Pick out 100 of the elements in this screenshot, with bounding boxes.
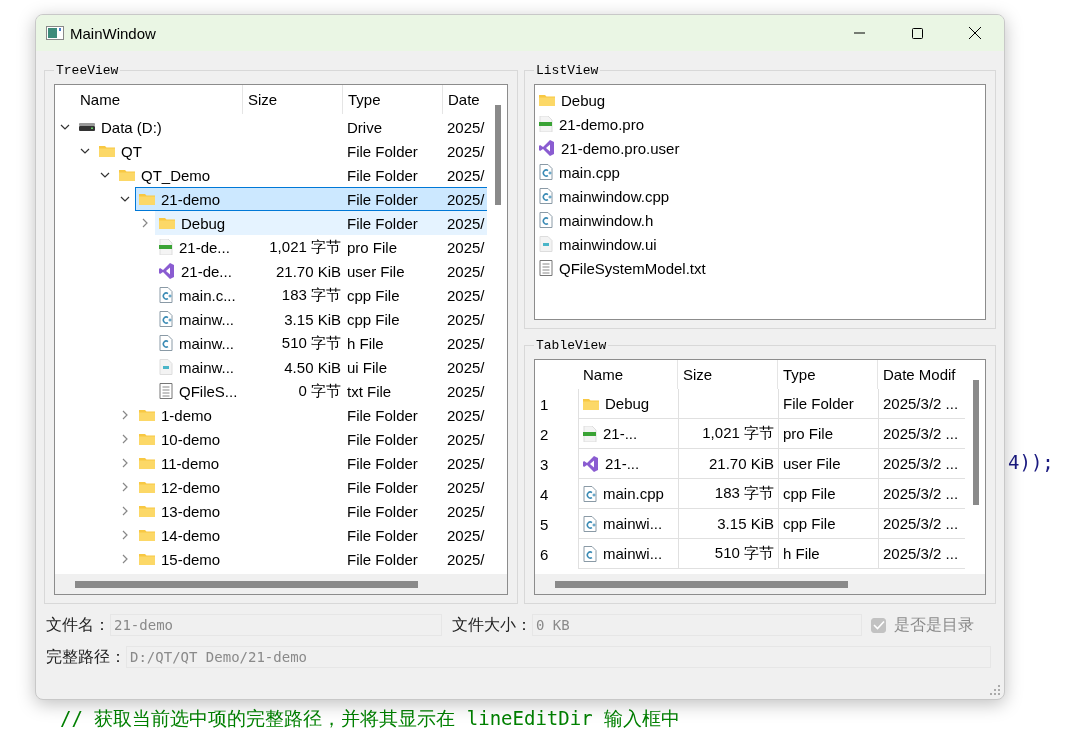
list-item[interactable]: main.cpp <box>539 160 620 184</box>
column-header[interactable]: Name <box>55 85 243 114</box>
tree-row[interactable]: 12-demo File Folder 2025/ <box>135 475 488 499</box>
row-header[interactable]: 2 <box>535 419 578 449</box>
file-name: 21-... <box>603 425 638 442</box>
tree-row[interactable]: 21-de... 1,021 字节 pro File 2025/ <box>155 235 488 259</box>
tree-row[interactable]: 13-demo File Folder 2025/ <box>135 499 488 523</box>
file-type: user File <box>347 262 405 280</box>
file-name: mainwindow.cpp <box>559 187 670 205</box>
chevron-right-icon[interactable] <box>120 458 130 468</box>
list-item[interactable]: QFileSystemModel.txt <box>539 256 706 280</box>
tree-row[interactable]: main.c... 183 字节 cpp File 2025/ <box>155 283 488 307</box>
tree-row[interactable]: 15-demo File Folder 2025/ <box>135 547 488 571</box>
tree-row[interactable]: QFileS... 0 字节 txt File 2025/ <box>155 379 488 403</box>
file-name: mainwi... <box>603 515 663 532</box>
file-name: main.c... <box>179 286 236 304</box>
tree-row[interactable]: 14-demo File Folder 2025/ <box>135 523 488 547</box>
tree-row[interactable]: 11-demo File Folder 2025/ <box>135 451 488 475</box>
text-file-icon <box>159 383 173 399</box>
resize-grip-icon[interactable] <box>990 685 1000 695</box>
row-header[interactable]: 6 <box>535 539 578 569</box>
tree-row[interactable]: Data (D:) Drive 2025/ <box>75 115 488 139</box>
file-size: 0 字节 <box>298 381 341 399</box>
drive-icon <box>79 123 95 131</box>
row-header[interactable]: 1 <box>535 389 578 419</box>
file-name: mainwindow.ui <box>559 235 657 253</box>
file-type: File Folder <box>347 214 418 232</box>
tree-row[interactable]: mainw... 510 字节 h File 2025/ <box>155 331 488 355</box>
file-type: cpp File <box>347 310 400 328</box>
code-file-icon <box>539 164 553 180</box>
column-header[interactable]: Name <box>578 360 678 389</box>
tree-row[interactable]: QT File Folder 2025/ <box>95 139 488 163</box>
column-header[interactable]: Size <box>243 85 343 114</box>
chevron-right-icon[interactable] <box>120 410 130 420</box>
file-size: 510 字节 <box>281 333 341 351</box>
file-icon <box>539 236 553 252</box>
file-name: 13-demo <box>161 502 221 520</box>
column-header[interactable]: Size <box>678 360 778 389</box>
chevron-down-icon[interactable] <box>120 194 130 204</box>
file-name: Data (D:) <box>101 118 162 136</box>
chevron-right-icon[interactable] <box>120 482 130 492</box>
table-cell: cpp File <box>778 509 878 539</box>
file-type: h File <box>347 334 384 352</box>
folder-icon <box>139 480 155 494</box>
code-file-icon <box>583 485 597 502</box>
list-view[interactable]: Debug 21-demo.pro 21-demo.pro.user main.cpp mainwindow.cpp mainwindow.h mainwindow.ui QFileSystemModel.txt <box>534 84 986 320</box>
chevron-down-icon[interactable] <box>80 146 90 156</box>
folder-icon <box>139 408 155 422</box>
list-item[interactable]: Debug <box>539 88 606 112</box>
tree-row[interactable]: 1-demo File Folder 2025/ <box>135 403 488 427</box>
chevron-down-icon[interactable] <box>100 170 110 180</box>
chevron-down-icon[interactable] <box>60 122 70 132</box>
file-name: mainw... <box>179 334 235 352</box>
column-header[interactable]: Type <box>778 360 878 389</box>
tree-row[interactable]: Debug File Folder 2025/ <box>155 211 488 235</box>
file-name: 21-demo.pro.user <box>561 139 680 157</box>
scrollbar[interactable] <box>55 574 507 594</box>
file-name: 21-de... <box>181 262 232 280</box>
tree-row[interactable]: 21-demo File Folder 2025/ <box>135 187 488 211</box>
file-name: Debug <box>181 214 226 232</box>
folder-icon <box>139 552 155 566</box>
list-item[interactable]: mainwindow.h <box>539 208 654 232</box>
table-cell: 21.70 KiB <box>678 449 778 479</box>
folder-icon <box>99 144 115 158</box>
row-header[interactable]: 3 <box>535 449 578 479</box>
file-type: txt File <box>347 382 392 400</box>
file-size: 183 字节 <box>281 285 341 303</box>
tree-row[interactable]: mainw... 4.50 KiB ui File 2025/ <box>155 355 488 379</box>
code-line: // 获取当前选中项的完整路径，并将其显示在 lineEditDir 输入框中 <box>60 706 681 731</box>
column-header[interactable]: Type <box>343 85 443 114</box>
group-title: TreeView <box>55 63 120 78</box>
file-size: 21.70 KiB <box>275 262 341 280</box>
row-header[interactable]: 4 <box>535 479 578 509</box>
scrollbar[interactable] <box>535 574 985 594</box>
chevron-right-icon[interactable] <box>120 554 130 564</box>
tree-row[interactable]: QT_Demo File Folder 2025/ <box>115 163 488 187</box>
code-line: 4)); <box>1008 451 1054 473</box>
file-type: pro File <box>347 238 398 256</box>
field-label: 文件大小： <box>452 614 532 635</box>
table-cell: File Folder <box>778 389 878 419</box>
tree-row[interactable]: mainw... 3.15 KiB cpp File 2025/ <box>155 307 488 331</box>
file-name: main.cpp <box>603 485 664 502</box>
list-item[interactable]: 21-demo.pro <box>539 112 645 136</box>
chevron-right-icon[interactable] <box>120 434 130 444</box>
chevron-right-icon[interactable] <box>120 530 130 540</box>
list-item[interactable]: mainwindow.ui <box>539 232 657 256</box>
tree-row[interactable]: 10-demo File Folder 2025/ <box>135 427 488 451</box>
row-header[interactable]: 5 <box>535 509 578 539</box>
table-view[interactable] <box>534 359 986 595</box>
tree-row[interactable]: 21-de... 21.70 KiB user File 2025/ <box>155 259 488 283</box>
file-type: File Folder <box>347 550 418 568</box>
list-item[interactable]: 21-demo.pro.user <box>539 136 680 160</box>
folder-icon <box>583 396 599 411</box>
chevron-right-icon[interactable] <box>140 218 150 228</box>
chevron-right-icon[interactable] <box>120 506 130 516</box>
column-header[interactable]: Date <box>443 85 488 114</box>
code-file-icon <box>583 515 597 532</box>
file-name: main.cpp <box>559 163 620 181</box>
list-item[interactable]: mainwindow.cpp <box>539 184 670 208</box>
code-file-icon <box>159 287 173 303</box>
